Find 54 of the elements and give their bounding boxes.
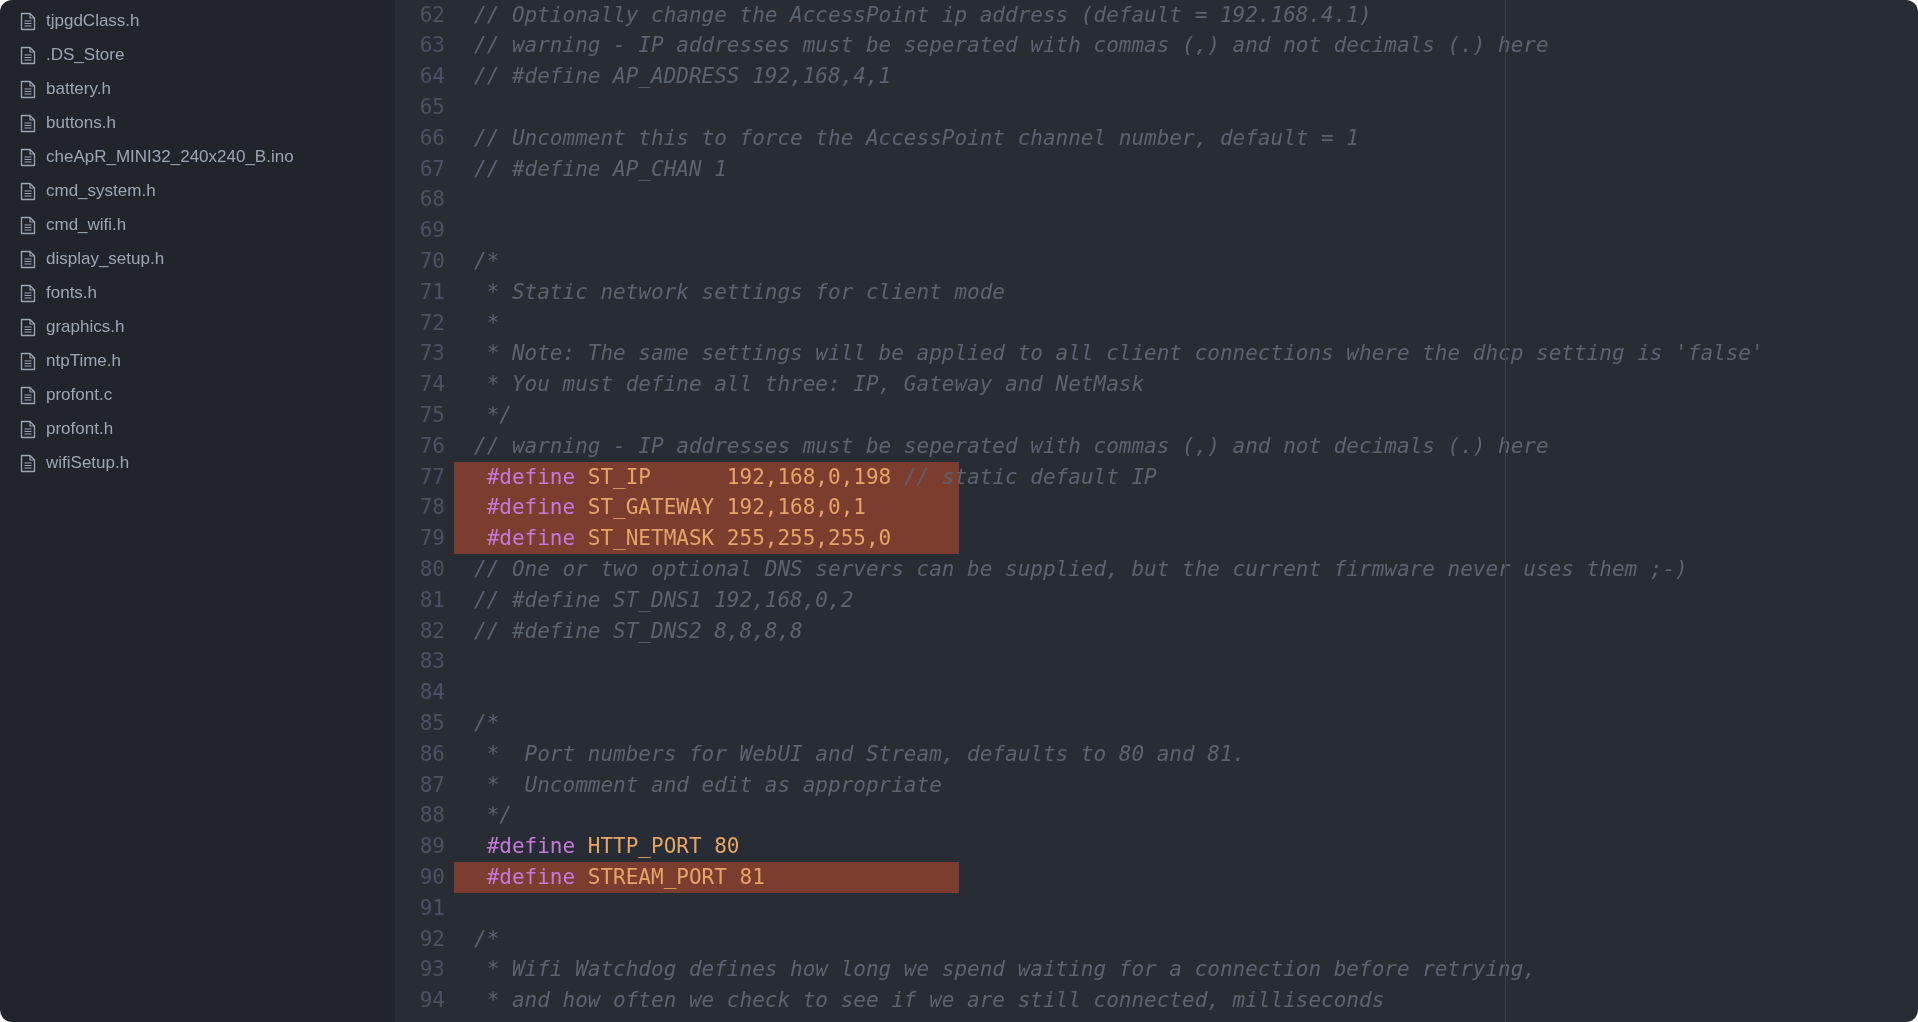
file-item[interactable]: ntpTime.h (0, 344, 395, 378)
code-line: * Wifi Watchdog defines how long we spend waiting for a connection before retrying, (485, 956, 1537, 984)
file-icon (20, 453, 36, 473)
code-line: #define ST_NETMASK 255,255,255,0 (485, 525, 892, 553)
file-icon (20, 419, 36, 439)
file-icon (20, 215, 36, 235)
file-item[interactable]: cmd_wifi.h (0, 208, 395, 242)
file-item[interactable]: cheApR_MINI32_240x240_B.ino (0, 140, 395, 174)
code-line: #define STREAM_PORT 81 (485, 863, 765, 891)
file-icon (20, 113, 36, 133)
code-line: // #define AP_CHAN 1 (474, 155, 727, 183)
code-line: // warning - IP addresses must be seperated with commas (,) and not decimals (.) here (474, 32, 1549, 60)
code-line: * and how often we check to see if we are still connected, milliseconds (485, 987, 1385, 1015)
file-icon (20, 181, 36, 201)
file-item[interactable]: profont.c (0, 378, 395, 412)
code-line: * Note: The same settings will be applied to all client connections where the dhcp setting is 'false' (485, 340, 1764, 368)
file-icon (20, 385, 36, 405)
file-icon (20, 249, 36, 269)
code-line: * Uncomment and edit as appropriate (485, 771, 942, 799)
file-item[interactable]: display_setup.h (0, 242, 395, 276)
code-line: // One or two optional DNS servers can be supplied, but the current firmware never uses them ;-) (474, 556, 1688, 583)
code-line: * (485, 309, 500, 337)
file-item[interactable]: cmd_system.h (0, 174, 395, 208)
code-line: #define HTTP_PORT 80 (485, 833, 740, 861)
code-line: /* (474, 710, 500, 737)
file-icon (20, 45, 36, 65)
code-line: * Port numbers for WebUI and Stream, defaults to 80 and 81. (485, 740, 1246, 768)
file-icon (20, 351, 36, 371)
file-item[interactable]: battery.h (0, 72, 395, 106)
file-item[interactable]: fonts.h (0, 276, 395, 310)
file-item[interactable]: wifiSetup.h (0, 446, 395, 480)
code-line: // #define ST_DNS1 192,168,0,2 (474, 586, 854, 614)
file-item[interactable]: profont.h (0, 412, 395, 446)
file-item[interactable]: .DS_Store (0, 38, 395, 72)
code-line: // #define ST_DNS2 8,8,8,8 (474, 617, 803, 645)
code-line: // Optionally change the AccessPoint ip address (default = 192.168.4.1) (474, 1, 1372, 29)
code-line: */ (485, 802, 512, 830)
file-icon (20, 283, 36, 303)
code-line: // warning - IP addresses must be seperated with commas (,) and not decimals (.) here (474, 432, 1549, 460)
code-line: // Uncomment this to force the AccessPoint channel number, default = 1 (474, 124, 1359, 152)
code-line: */ (485, 402, 512, 429)
file-item[interactable]: buttons.h (0, 106, 395, 140)
code-line: #define ST_GATEWAY 192,168,0,1 (485, 494, 866, 522)
file-item[interactable]: tjpgdClass.h (0, 4, 395, 38)
code-line: /* (474, 925, 500, 953)
code-line: // #define AP_ADDRESS 192,168,4,1 (474, 63, 892, 91)
file-icon (20, 79, 36, 99)
file-icon (20, 147, 36, 167)
code-line: * You must define all three: IP, Gateway and NetMask (485, 371, 1145, 399)
file-item[interactable]: graphics.h (0, 310, 395, 344)
file-icon (20, 11, 36, 31)
code-line: /* (474, 248, 500, 276)
code-line: * Static network settings for client mode (485, 278, 1005, 306)
file-icon (20, 317, 36, 337)
